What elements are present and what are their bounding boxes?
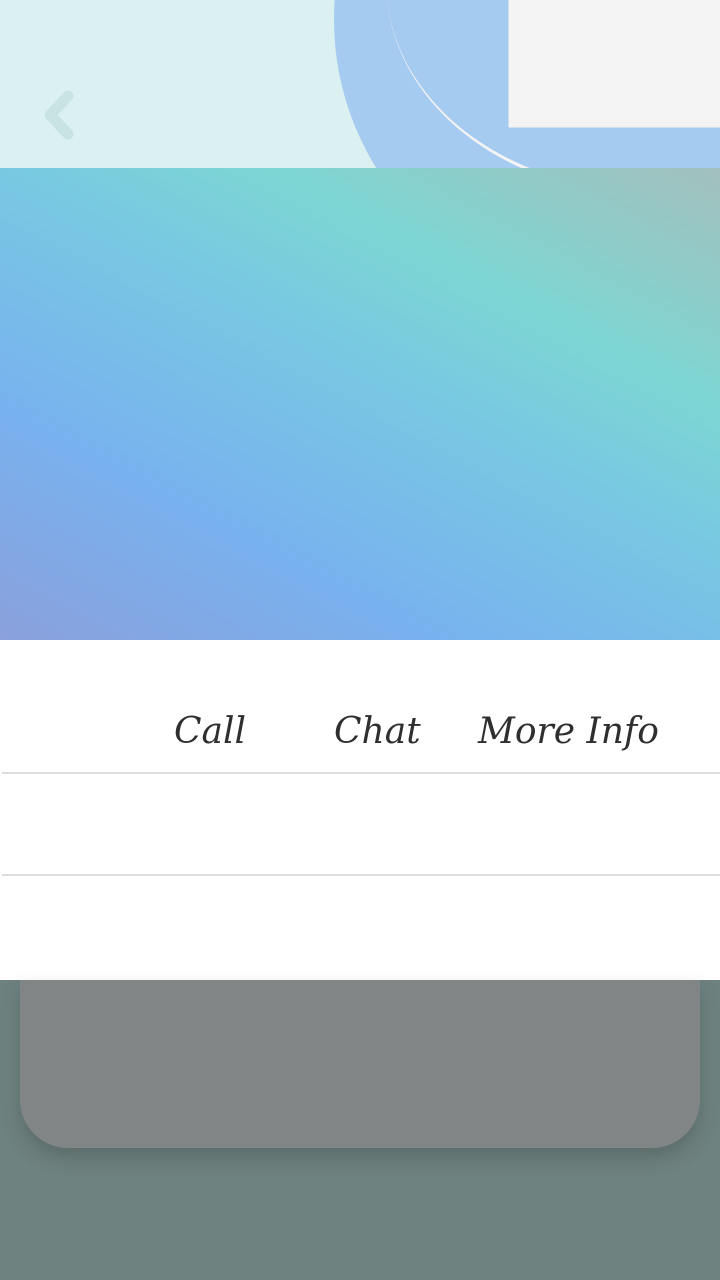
call-button[interactable]: Call [174, 700, 246, 764]
header-area [0, 0, 720, 168]
chat-button[interactable]: Chat [334, 700, 421, 764]
back-button[interactable] [36, 88, 84, 142]
contact-sheet [0, 640, 720, 980]
divider [2, 874, 720, 876]
chevron-left-icon [44, 90, 74, 140]
more-info-button[interactable]: More Info [478, 700, 659, 764]
divider [2, 772, 720, 774]
hero-gradient-banner [0, 168, 720, 640]
action-bar: Call Chat More Info [0, 700, 720, 764]
footer-card [20, 980, 700, 1148]
